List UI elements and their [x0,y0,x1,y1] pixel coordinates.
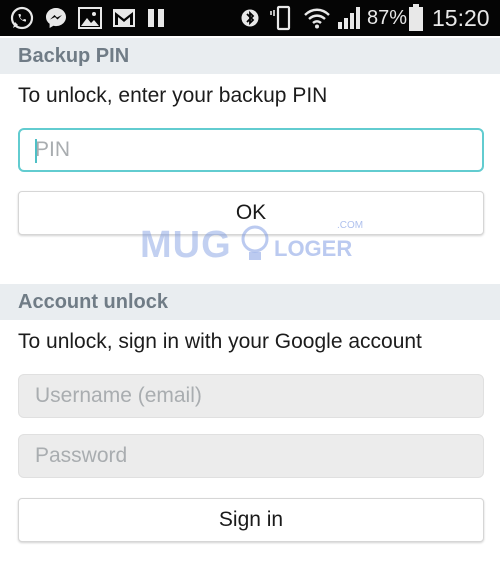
text-cursor [35,139,37,163]
backup-pin-instruction: To unlock, enter your backup PIN [18,84,328,107]
status-bar: 87% 15:20 [0,0,500,36]
messenger-icon [42,0,70,36]
username-input[interactable] [19,375,483,417]
password-input[interactable] [19,435,483,477]
account-unlock-instruction: To unlock, sign in with your Google acco… [18,330,422,353]
backup-pin-header-label: Backup PIN [18,45,130,67]
account-unlock-header: Account unlock [0,284,500,320]
bluetooth-icon [238,0,262,36]
gmail-icon [110,0,138,36]
ok-button[interactable]: OK [18,191,484,235]
password-field[interactable] [18,434,484,478]
signal-icon [336,0,362,36]
battery-icon [406,0,426,36]
gallery-icon [76,0,104,36]
battery-percent: 87% [367,7,408,29]
backup-pin-header: Backup PIN [0,38,500,74]
watermark-right-text: LOGER [274,236,353,261]
username-field[interactable] [18,374,484,418]
pin-input[interactable] [20,130,482,170]
vibrate-icon [268,0,298,36]
whatsapp-icon [8,0,36,36]
sign-in-button[interactable]: Sign in [18,498,484,542]
pause-icon [144,0,168,36]
status-time: 15:20 [432,5,490,31]
pin-field[interactable] [18,128,484,172]
wifi-icon [302,0,332,36]
account-unlock-header-label: Account unlock [18,291,169,313]
